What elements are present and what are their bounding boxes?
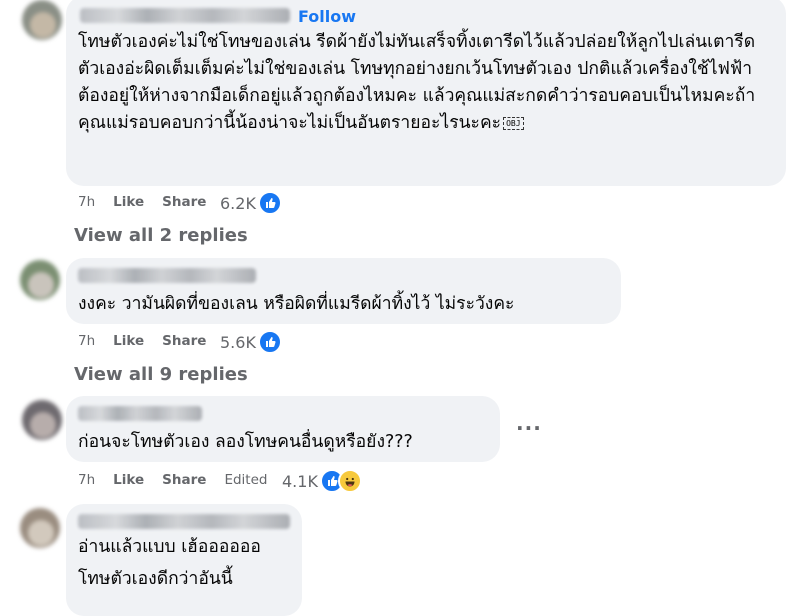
comment-bubble: อ่านแล้วแบบ เฮ้ออออออ โทษตัวเองดีกว่าอัน…	[66, 504, 302, 616]
share-button[interactable]: Share	[162, 472, 206, 488]
comment-bubble: ก่อนจะโทษตัวเอง ลองโทษคนอื่นดูหรือยัง???	[66, 396, 500, 462]
timestamp[interactable]: 7h	[78, 194, 95, 210]
comment-text: ก่อนจะโทษตัวเอง ลองโทษคนอื่นดูหรือยัง???	[78, 432, 413, 452]
view-replies-link[interactable]: View all 2 replies	[74, 225, 248, 246]
timestamp[interactable]: 7h	[78, 333, 95, 349]
comment-actions: 7h Like Share	[78, 194, 224, 210]
comment-text: โทษตัวเองค่ะไม่ใช่โทษของเล่น รีดผ้ายังไม…	[78, 32, 761, 133]
object-replacement-glyph: OBJ	[503, 116, 524, 130]
avatar[interactable]	[22, 0, 62, 40]
avatar[interactable]	[20, 260, 60, 300]
commenter-name[interactable]	[78, 268, 256, 283]
comment-text: งงคะ วามันผิดที่ของเลน หรือผิดที่แมรีดผ้…	[78, 294, 515, 314]
comment-actions: 7h Like Share	[78, 333, 224, 349]
share-button[interactable]: Share	[162, 194, 206, 210]
edited-label: Edited	[224, 472, 268, 488]
like-reaction-icon	[257, 330, 282, 354]
view-replies-link[interactable]: View all 9 replies	[74, 364, 248, 385]
like-reaction-icon	[257, 191, 282, 215]
timestamp[interactable]: 7h	[78, 472, 95, 488]
commenter-name[interactable]	[78, 406, 202, 421]
comment-text-line-1: อ่านแล้วแบบ เฮ้ออออออ	[78, 537, 261, 557]
like-button[interactable]: Like	[113, 472, 144, 488]
comment-bubble: Follow โทษตัวเองค่ะไม่ใช่โทษของเล่น รีดผ…	[66, 0, 786, 186]
reaction-summary[interactable]: 4.1K	[282, 469, 362, 493]
comment-bubble: งงคะ วามันผิดที่ของเลน หรือผิดที่แมรีดผ้…	[66, 258, 621, 324]
reaction-count: 4.1K	[282, 471, 318, 491]
follow-button[interactable]: Follow	[298, 7, 356, 26]
avatar[interactable]	[20, 508, 60, 548]
comment-actions: 7h Like Share Edited	[78, 472, 285, 488]
commenter-name[interactable]	[80, 8, 290, 23]
comment-text-line-2: โทษตัวเองดีกว่าอันนี้	[78, 569, 233, 589]
share-button[interactable]: Share	[162, 333, 206, 349]
haha-reaction-icon	[337, 469, 362, 493]
avatar[interactable]	[22, 400, 62, 440]
like-button[interactable]: Like	[113, 194, 144, 210]
reaction-summary[interactable]: 6.2K	[220, 191, 282, 215]
reaction-count: 5.6K	[220, 332, 256, 352]
commenter-name[interactable]	[78, 514, 290, 529]
like-button[interactable]: Like	[113, 333, 144, 349]
reaction-summary[interactable]: 5.6K	[220, 330, 282, 354]
more-options-icon[interactable]: ···	[516, 416, 542, 440]
reaction-count: 6.2K	[220, 193, 256, 213]
